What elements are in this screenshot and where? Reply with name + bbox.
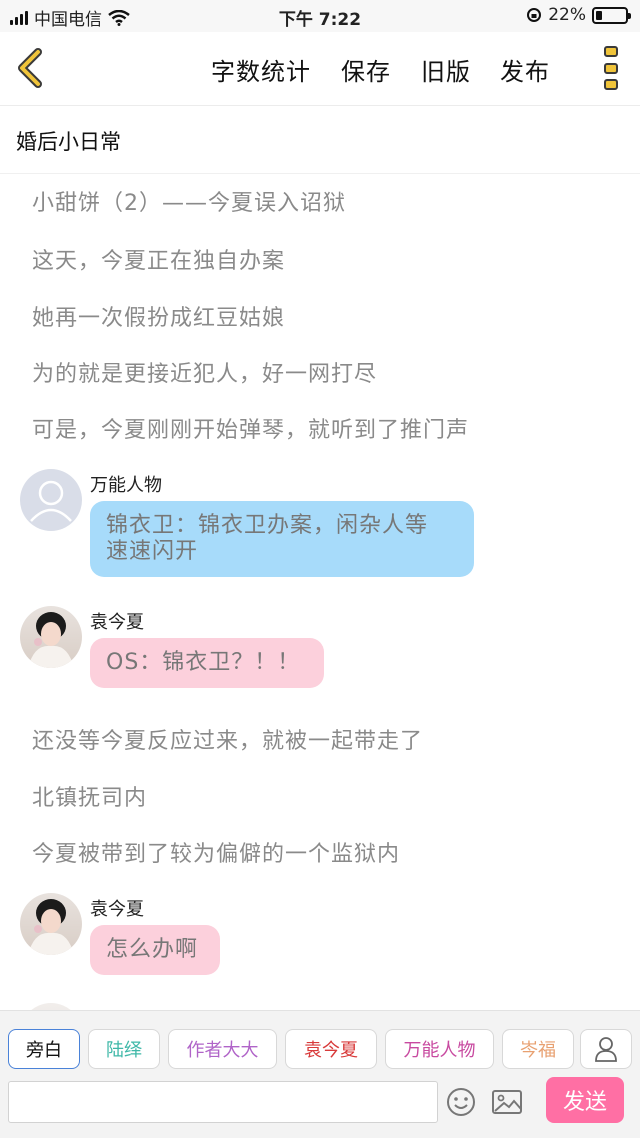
message-sender: 万能人物 <box>90 475 162 496</box>
image-button[interactable] <box>490 1085 524 1119</box>
more-menu-button[interactable] <box>604 46 620 90</box>
narration-line[interactable]: 她再一次假扮成红豆姑娘 <box>32 300 285 332</box>
avatar[interactable] <box>20 1003 82 1010</box>
composer-panel: 旁白 陆绎 作者大大 袁今夏 万能人物 岑福 发送 <box>0 1010 640 1138</box>
image-icon <box>492 1090 522 1114</box>
save-button[interactable]: 保存 <box>341 52 391 87</box>
role-chip-cen-fu[interactable]: 岑福 <box>502 1029 574 1069</box>
message-text: 锦衣卫：锦衣卫办案，闲杂人等 <box>106 513 429 538</box>
story-content: 小甜饼（2）——今夏误入诏狱 这天，今夏正在独自办案 她再一次假扮成红豆姑娘 为… <box>0 175 640 1010</box>
document-title[interactable]: 婚后小日常 <box>0 106 640 174</box>
message-input[interactable] <box>8 1081 438 1123</box>
role-chip-universal-character[interactable]: 万能人物 <box>385 1029 494 1069</box>
avatar[interactable] <box>20 893 82 955</box>
role-chip-label: 袁今夏 <box>304 1040 358 1061</box>
narration-line[interactable]: 可是，今夏刚刚开始弹琴，就听到了推门声 <box>32 412 469 444</box>
message-bubble[interactable]: 锦衣卫：锦衣卫办案，闲杂人等 速速闪开 <box>90 501 474 577</box>
message-bubble[interactable]: OS：锦衣卫？！！ <box>90 638 324 688</box>
editor-toolbar: 字数统计 保存 旧版 发布 <box>0 32 640 106</box>
chevron-left-icon <box>18 48 42 88</box>
narration-line[interactable]: 小甜饼（2）——今夏误入诏狱 <box>32 185 346 217</box>
message-bubble[interactable]: 怎么办啊 <box>90 925 220 975</box>
user-placeholder-icon <box>30 480 72 522</box>
narration-line[interactable]: 今夏被带到了较为偏僻的一个监狱内 <box>32 836 400 868</box>
person-icon <box>595 1037 617 1062</box>
message-text: OS：锦衣卫？！！ <box>106 650 301 675</box>
word-count-button[interactable]: 字数统计 <box>211 52 311 87</box>
role-chip-narration[interactable]: 旁白 <box>8 1029 80 1069</box>
role-chip-yuan-jinxia[interactable]: 袁今夏 <box>285 1029 377 1069</box>
status-bar: 中国电信 下午 7:22 22% <box>0 0 640 32</box>
role-chip-lu-yi[interactable]: 陆绎 <box>88 1029 160 1069</box>
avatar[interactable] <box>20 469 82 531</box>
send-button[interactable]: 发送 <box>546 1077 624 1123</box>
role-chip-author[interactable]: 作者大大 <box>168 1029 277 1069</box>
battery-icon <box>592 6 631 24</box>
narration-line[interactable]: 为的就是更接近犯人，好一网打尽 <box>32 356 377 388</box>
narration-line[interactable]: 这天，今夏正在独自办案 <box>32 243 285 275</box>
add-role-button[interactable] <box>580 1029 632 1069</box>
emoji-button[interactable] <box>444 1085 478 1119</box>
narration-line[interactable]: 还没等今夏反应过来，就被一起带走了 <box>32 723 423 755</box>
role-chip-label: 岑福 <box>520 1040 556 1061</box>
role-chip-label: 旁白 <box>26 1040 62 1061</box>
character-portrait-icon <box>28 899 74 955</box>
emoji-icon <box>447 1088 475 1116</box>
battery-level <box>596 10 603 20</box>
role-chip-label: 陆绎 <box>106 1040 142 1061</box>
back-button[interactable] <box>12 46 52 90</box>
rotation-lock-icon <box>527 8 542 22</box>
narration-line[interactable]: 北镇抚司内 <box>32 780 147 812</box>
message-sender: 袁今夏 <box>90 612 144 633</box>
role-chip-label: 作者大大 <box>186 1040 259 1061</box>
publish-button[interactable]: 发布 <box>500 52 550 87</box>
message-text: 速速闪开 <box>106 539 199 564</box>
character-portrait-icon <box>28 612 74 668</box>
battery-percent: 22% <box>548 5 586 25</box>
old-version-button[interactable]: 旧版 <box>421 52 471 87</box>
message-text: 怎么办啊 <box>106 937 199 962</box>
message-sender: 袁今夏 <box>90 899 144 920</box>
avatar[interactable] <box>20 606 82 668</box>
role-chip-label: 万能人物 <box>403 1040 476 1061</box>
